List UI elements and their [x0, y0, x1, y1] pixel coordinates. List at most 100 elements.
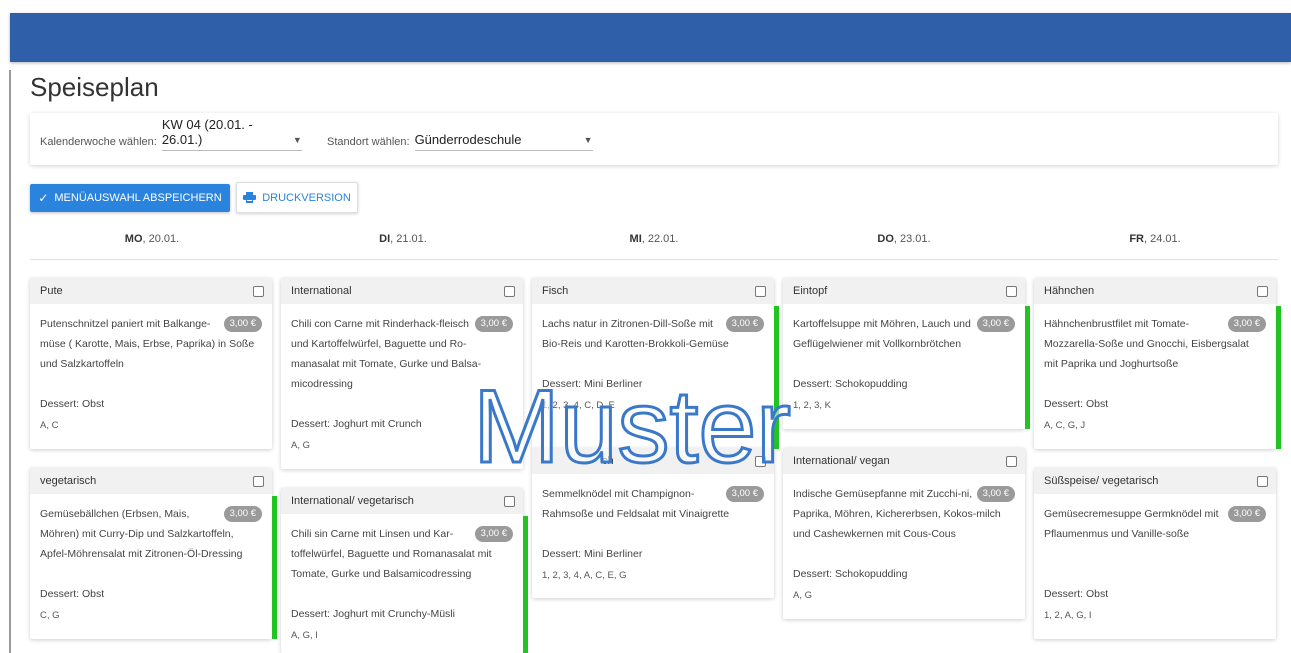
filter-panel: Kalenderwoche wählen: KW 04 (20.01. - 26… [30, 113, 1278, 165]
menu-card-header: International/ vegan [783, 448, 1025, 474]
menu-category: Fisch [542, 285, 569, 297]
menu-card-header: Süßspeise/ vegetarisch [1034, 468, 1276, 494]
caret-down-icon: ▼ [583, 135, 593, 145]
location-select[interactable]: Günderrodeschule ▼ [414, 129, 593, 151]
menu-card-body: 3,00 € Kartoffelsuppe mit Möhren, Lauch u… [783, 304, 1025, 354]
menu-card-body: 3,00 € Indische Gemüsepfanne mit Zucchi-n… [783, 474, 1025, 544]
menu-card[interactable]: Süßspeise/ vegetarisch 3,00 € Gemüsecreme… [1034, 468, 1276, 639]
allergen-codes: 1, 2, 3, 4, A, C, E, G [542, 570, 627, 581]
menu-card-body: 3,00 € Putenschnitzel paniert mit Balkang… [30, 304, 272, 374]
location-filter: Standort wählen: Günderrodeschule ▼ [327, 127, 593, 151]
menu-card-body: 3,00 € Hähnchenbrustfilet mit Tomate-Mozz… [1034, 304, 1276, 374]
price-badge: 3,00 € [1227, 506, 1266, 522]
allergen-codes: A, C [40, 420, 59, 431]
menu-card-header: vegetarisch [30, 468, 272, 494]
menu-category: Hähnchen [1044, 285, 1095, 297]
location-select-value: Günderrodeschule [414, 132, 522, 147]
menu-dessert: Dessert: Schokopudding [793, 378, 908, 390]
menu-select-checkbox[interactable] [1006, 455, 1017, 467]
printer-icon [243, 192, 257, 203]
week-select[interactable]: KW 04 (20.01. - 26.01.) ▼ [161, 117, 302, 151]
selected-indicator [1025, 306, 1030, 429]
allergen-codes: A, G [793, 590, 813, 601]
price-badge: 3,00 € [474, 316, 513, 332]
day-header-do: DO, 23.01. [877, 233, 931, 245]
allergen-codes: 1, 2, A, G, I [1044, 610, 1092, 621]
menu-card-body: 3,00 € Lachs natur in Zitronen-Dill-Soße … [532, 304, 774, 354]
app-header-bar [10, 13, 1291, 62]
save-selection-label: MENÜAUSWAHL ABSPEICHERN [54, 192, 222, 204]
menu-dessert: Dessert: Mini Berliner [542, 548, 643, 560]
menu-select-checkbox[interactable] [755, 455, 766, 467]
menu-category: Süßspeise/ vegetarisch [1044, 475, 1159, 487]
price-badge: 3,00 € [474, 526, 513, 542]
price-badge: 3,00 € [223, 316, 262, 332]
week-filter: Kalenderwoche wählen: KW 04 (20.01. - 26… [40, 117, 302, 151]
menu-select-checkbox[interactable] [755, 285, 766, 297]
allergen-codes: C, G [40, 610, 60, 621]
menu-card-header: ch [532, 448, 774, 474]
menu-card-body: 3,00 € Chili con Carne mit Rinderhack-fle… [281, 304, 523, 394]
menu-dessert: Dessert: Obst [40, 588, 105, 600]
menu-select-checkbox[interactable] [253, 285, 264, 297]
price-badge: 3,00 € [976, 486, 1015, 502]
menu-category: vegetarisch [40, 475, 97, 487]
save-selection-button[interactable]: ✓ MENÜAUSWAHL ABSPEICHERN [30, 184, 230, 212]
day-header-di: DI, 21.01. [379, 233, 427, 245]
menu-dessert: Dessert: Mini Berliner [542, 378, 643, 390]
menu-card[interactable]: Hähnchen 3,00 € Hähnchenbrustfilet mit To… [1034, 278, 1281, 449]
sidebar-edge [9, 70, 11, 653]
menu-dessert: Dessert: Schokopudding [793, 568, 908, 580]
menu-select-checkbox[interactable] [253, 475, 264, 487]
menu-card[interactable]: Pute 3,00 € Putenschnitzel paniert mit Ba… [30, 278, 272, 449]
menu-card-header: International [281, 278, 523, 304]
menu-card-body: 3,00 € Gemüsecremesuppe Germknödel mit Pf… [1034, 494, 1276, 544]
menu-card-header: Pute [30, 278, 272, 304]
menu-card[interactable]: International 3,00 € Chili con Carne mit … [281, 278, 523, 469]
menu-dessert: Dessert: Obst [1044, 398, 1109, 410]
menu-select-checkbox[interactable] [504, 285, 515, 297]
selected-indicator [523, 516, 528, 653]
day-header-mo: MO, 20.01. [124, 233, 180, 245]
print-version-button[interactable]: DRUCKVERSION [236, 182, 358, 213]
allergen-codes: A, G, I [291, 630, 318, 641]
menu-card[interactable]: International/ vegetarisch 3,00 € Chili s… [281, 488, 528, 653]
menu-card[interactable]: ch 3,00 € Semmelknödel mit Champignon-Rah… [532, 448, 774, 598]
menu-card-body: 3,00 € Gemüsebällchen (Erbsen, Mais, Möhr… [30, 494, 272, 564]
menu-select-checkbox[interactable] [1257, 285, 1268, 297]
allergen-codes: 1, 2, 3, K [793, 400, 832, 411]
menu-category: ch [602, 455, 614, 467]
menu-card[interactable]: Fisch 3,00 € Lachs natur in Zitronen-Dill… [532, 278, 779, 449]
allergen-codes: 1, 2, 3, 4, C, D, E [542, 400, 615, 411]
menu-card-header: International/ vegetarisch [281, 488, 523, 514]
page-title: Speiseplan [30, 72, 159, 102]
menu-select-checkbox[interactable] [1006, 285, 1017, 297]
menu-card-header: Fisch [532, 278, 774, 304]
price-badge: 3,00 € [223, 506, 262, 522]
week-filter-label: Kalenderwoche wählen: [40, 136, 157, 148]
caret-down-icon: ▼ [292, 135, 302, 145]
day-header-divider [30, 259, 1278, 260]
menu-card[interactable]: International/ vegan 3,00 € Indische Gemü… [783, 448, 1025, 619]
menu-category: International [291, 285, 352, 297]
allergen-codes: A, C, G, J [1044, 420, 1086, 431]
day-header-fr: FR, 24.01. [1129, 233, 1181, 245]
menu-card-header: Hähnchen [1034, 278, 1276, 304]
location-filter-label: Standort wählen: [327, 136, 410, 148]
menu-card-body: 3,00 € Chili sin Carne mit Linsen und Kar… [281, 514, 523, 584]
print-version-label: DRUCKVERSION [262, 191, 351, 204]
menu-card[interactable]: vegetarisch 3,00 € Gemüsebällchen (Erbsen… [30, 468, 277, 639]
week-select-value: KW 04 (20.01. - 26.01.) [161, 117, 253, 147]
menu-select-checkbox[interactable] [504, 495, 515, 507]
menu-select-checkbox[interactable] [1257, 475, 1268, 487]
menu-category: Eintopf [793, 285, 828, 297]
menu-category: International/ vegetarisch [291, 495, 414, 507]
menu-dessert: Dessert: Joghurt mit Crunch [291, 418, 422, 430]
menu-dessert: Dessert: Obst [40, 398, 105, 410]
selected-indicator [1276, 306, 1281, 449]
check-icon: ✓ [38, 191, 49, 205]
price-badge: 3,00 € [725, 316, 764, 332]
menu-card-body: 3,00 € Semmelknödel mit Champignon-Rahmso… [532, 474, 774, 524]
menu-card[interactable]: Eintopf 3,00 € Kartoffelsuppe mit Möhren,… [783, 278, 1030, 429]
menu-category: Pute [40, 285, 63, 297]
